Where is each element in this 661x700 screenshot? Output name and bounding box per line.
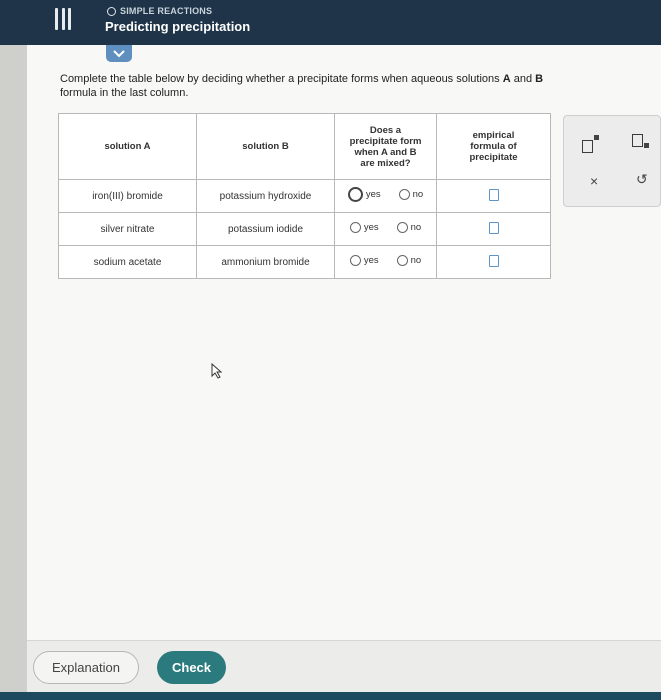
topic-row: SIMPLE REACTIONS — [107, 6, 212, 16]
radio-yes[interactable]: yes — [349, 255, 379, 266]
left-margin — [0, 45, 27, 692]
radio-yes[interactable]: yes — [347, 187, 381, 202]
radio-circle-icon — [396, 222, 408, 233]
page-title: Predicting precipitation — [105, 19, 251, 34]
radio-yes-label: yes — [363, 255, 379, 266]
header-q-line1: Does a — [369, 124, 402, 136]
radio-circle-icon — [398, 189, 410, 200]
radio-circle-icon — [349, 255, 361, 266]
header-solution-b: solution B — [196, 113, 335, 180]
radio-yes-label: yes — [363, 222, 379, 233]
formula-input[interactable] — [488, 254, 499, 267]
radio-no-label: no — [410, 255, 422, 266]
header-f-line1: empirical — [472, 130, 515, 141]
collapse-tab[interactable] — [106, 45, 132, 62]
header-q-line4: are mixed? — [360, 157, 411, 169]
cell-solution-b: ammonium bromide — [196, 245, 335, 279]
bottom-strip — [0, 692, 661, 700]
cell-precipitate-choice: yes no — [334, 245, 437, 279]
instructions-and: and — [510, 73, 536, 85]
instructions-text: Complete the table below by deciding whe… — [60, 73, 503, 85]
topic-label: SIMPLE REACTIONS — [120, 6, 213, 16]
menu-icon[interactable] — [55, 8, 71, 30]
cell-formula — [436, 179, 551, 213]
top-bar: SIMPLE REACTIONS Predicting precipitatio… — [0, 0, 661, 45]
radio-no[interactable]: no — [398, 189, 424, 200]
clear-icon[interactable]: × — [590, 173, 598, 189]
radio-no[interactable]: no — [396, 255, 422, 266]
cell-precipitate-choice: yes no — [334, 212, 437, 246]
header-f-line3: precipitate — [469, 152, 518, 163]
table-row: sodium acetate ammonium bromide yes no — [58, 245, 551, 279]
cell-solution-b: potassium iodide — [196, 212, 335, 246]
formula-toolbar: × ↺ — [563, 115, 661, 207]
undo-icon[interactable]: ↺ — [636, 171, 648, 188]
cell-precipitate-choice: yes no — [334, 179, 437, 213]
table-row: silver nitrate potassium iodide yes no — [58, 212, 551, 246]
cell-solution-a: iron(III) bromide — [58, 179, 197, 213]
cell-solution-a: sodium acetate — [58, 245, 197, 279]
header-q-line2: precipitate form — [349, 135, 422, 147]
table-header-row: solution A solution B Does a precipitate… — [58, 113, 551, 180]
instructions-line2: formula in the last column. — [60, 87, 189, 99]
chevron-down-icon — [113, 49, 125, 57]
radio-no[interactable]: no — [396, 222, 422, 233]
instructions-b: B — [535, 73, 544, 85]
header-q-line3: when A and B — [354, 146, 417, 158]
radio-no-label: no — [412, 189, 424, 200]
formula-input[interactable] — [488, 188, 499, 201]
radio-yes[interactable]: yes — [349, 222, 379, 233]
radio-yes-label: yes — [365, 189, 381, 200]
cell-formula — [436, 212, 551, 246]
check-button[interactable]: Check — [157, 651, 226, 684]
mouse-pointer-icon — [211, 363, 223, 379]
header-precipitate-question: Does a precipitate form when A and B are… — [334, 113, 437, 180]
header-f-line2: formula of — [470, 141, 517, 152]
header-solution-a: solution A — [58, 113, 197, 180]
formula-input[interactable] — [488, 221, 499, 234]
cell-solution-a: silver nitrate — [58, 212, 197, 246]
precipitation-table: solution A solution B Does a precipitate… — [58, 113, 551, 279]
explanation-button[interactable]: Explanation — [33, 651, 139, 684]
cell-formula — [436, 245, 551, 279]
table-row: iron(III) bromide potassium hydroxide ye… — [58, 179, 551, 213]
radio-no-label: no — [410, 222, 422, 233]
radio-circle-icon — [347, 187, 363, 202]
progress-circle-icon — [107, 6, 116, 16]
radio-circle-icon — [349, 222, 361, 233]
instructions-a: A — [502, 73, 511, 85]
radio-circle-icon — [396, 255, 408, 266]
header-formula: empirical formula of precipitate — [436, 113, 551, 180]
instructions: Complete the table below by deciding whe… — [60, 72, 661, 100]
cell-solution-b: potassium hydroxide — [196, 179, 335, 213]
